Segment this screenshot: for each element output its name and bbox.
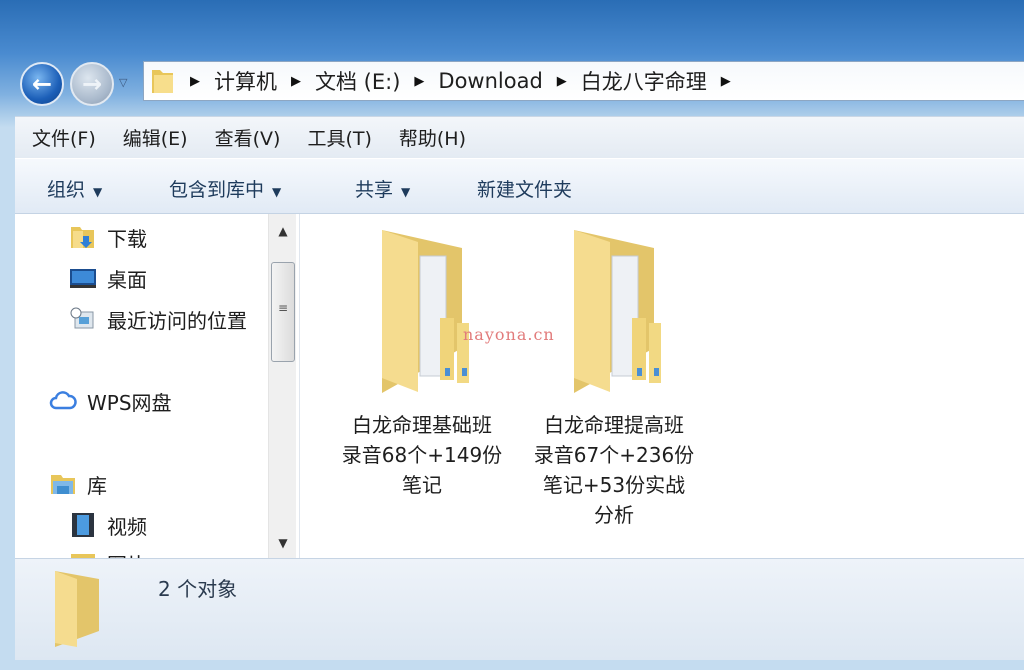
sidebar-item-label: WPS网盘 xyxy=(87,390,172,415)
breadcrumb-separator[interactable]: ▶ xyxy=(414,74,424,89)
pictures-icon xyxy=(71,554,95,558)
sidebar-item-label: 最近访问的位置 xyxy=(107,308,247,333)
folder-name-line: 白龙命理基础班 xyxy=(352,413,492,437)
navigation-pane: 下载 桌面 最近访问的位置 WPS网盘 库 视频 图片 xyxy=(15,214,300,558)
navigation-pane-scrollbar[interactable]: ▲ ≡ ▼ xyxy=(268,214,296,558)
sidebar-item-pictures[interactable]: 图片 xyxy=(69,548,147,558)
menu-bar: 文件(F) 编辑(E) 查看(V) 工具(T) 帮助(H) xyxy=(15,116,1024,158)
sidebar-item-wps-cloud[interactable]: WPS网盘 xyxy=(49,386,172,416)
grip-icon: ≡ xyxy=(277,301,289,315)
desktop-icon xyxy=(70,269,96,288)
menu-edit[interactable]: 编辑(E) xyxy=(123,124,188,151)
folder-name-line: 白龙命理提高班 xyxy=(544,413,684,437)
sidebar-item-downloads[interactable]: 下载 xyxy=(69,222,147,252)
new-folder-label: 新建文件夹 xyxy=(477,179,573,201)
share-button[interactable]: 共享 ▼ xyxy=(355,175,410,202)
menu-help[interactable]: 帮助(H) xyxy=(399,124,466,151)
chevron-down-icon: ▼ xyxy=(401,185,411,199)
watermark: nayona.cn xyxy=(463,325,555,344)
item-count: 2 个对象 xyxy=(158,577,238,601)
breadcrumb-separator[interactable]: ▶ xyxy=(190,74,200,89)
menu-file[interactable]: 文件(F) xyxy=(32,124,96,151)
breadcrumb-separator[interactable]: ▶ xyxy=(291,74,301,89)
sidebar-item-recent-places[interactable]: 最近访问的位置 xyxy=(69,304,247,334)
sidebar-item-videos[interactable]: 视频 xyxy=(69,510,147,540)
sidebar-item-label: 图片 xyxy=(107,549,147,559)
chevron-down-icon: ▼ xyxy=(272,185,282,199)
breadcrumb-download[interactable]: Download xyxy=(438,69,542,93)
folder-name-line: 录音67个+236份 xyxy=(533,443,695,467)
recent-pages-dropdown[interactable]: ▽ xyxy=(119,76,127,89)
scrollbar-thumb[interactable]: ≡ xyxy=(271,262,295,362)
folder-name-line: 录音68个+149份 xyxy=(341,443,503,467)
include-in-library-button[interactable]: 包含到库中 ▼ xyxy=(169,175,281,202)
folder-name-line: 分析 xyxy=(594,503,634,527)
back-button[interactable]: ← xyxy=(20,62,64,106)
folder-icon xyxy=(382,230,469,393)
folder-item[interactable]: 白龙命理基础班 录音68个+149份 笔记 xyxy=(327,228,517,500)
address-bar[interactable]: ▶ 计算机 ▶ 文档 (E:) ▶ Download ▶ 白龙八字命理 ▶ xyxy=(143,61,1024,101)
folder-icon xyxy=(574,230,661,393)
sidebar-item-label: 桌面 xyxy=(107,267,147,292)
cloud-icon xyxy=(49,391,77,410)
file-list-view: 白龙命理基础班 录音68个+149份 笔记 白龙命理提高班 录音67个+236份… xyxy=(300,214,1024,558)
include-library-label: 包含到库中 xyxy=(169,179,265,201)
new-folder-button[interactable]: 新建文件夹 xyxy=(477,175,572,202)
video-icon xyxy=(72,513,94,537)
downloads-folder-icon xyxy=(71,227,94,248)
command-bar: 组织 ▼ 包含到库中 ▼ 共享 ▼ 新建文件夹 xyxy=(15,158,1024,214)
organize-button[interactable]: 组织 ▼ xyxy=(47,175,102,202)
recent-places-icon xyxy=(70,307,94,329)
menu-tools[interactable]: 工具(T) xyxy=(307,124,371,151)
sidebar-item-label: 库 xyxy=(87,473,107,498)
sidebar-item-libraries[interactable]: 库 xyxy=(49,469,107,499)
sidebar-item-label: 视频 xyxy=(107,514,147,539)
folder-name-line: 笔记 xyxy=(402,473,442,497)
forward-button[interactable]: → xyxy=(70,62,114,106)
folder-icon xyxy=(55,571,99,647)
scroll-down-icon[interactable]: ▼ xyxy=(269,536,297,550)
share-label: 共享 xyxy=(355,179,394,201)
forward-arrow-icon: → xyxy=(81,70,103,98)
folder-icon xyxy=(152,70,173,93)
menu-view[interactable]: 查看(V) xyxy=(215,124,281,151)
sidebar-item-label: 下载 xyxy=(107,226,147,251)
breadcrumb-computer[interactable]: 计算机 xyxy=(214,66,277,96)
details-pane: 2 个对象 xyxy=(15,558,1024,660)
chevron-down-icon: ▼ xyxy=(93,185,103,199)
folder-item[interactable]: 白龙命理提高班 录音67个+236份 笔记+53份实战 分析 xyxy=(519,228,709,530)
sidebar-item-desktop[interactable]: 桌面 xyxy=(69,263,147,293)
breadcrumb-separator[interactable]: ▶ xyxy=(557,74,567,89)
breadcrumb-drive-e[interactable]: 文档 (E:) xyxy=(315,66,400,96)
breadcrumb-separator[interactable]: ▶ xyxy=(721,74,731,89)
scroll-up-icon[interactable]: ▲ xyxy=(269,224,297,238)
breadcrumb-current-folder[interactable]: 白龙八字命理 xyxy=(581,66,707,96)
library-icon xyxy=(51,475,75,494)
back-arrow-icon: ← xyxy=(31,70,53,98)
organize-label: 组织 xyxy=(47,179,86,201)
folder-name-line: 笔记+53份实战 xyxy=(542,473,686,497)
